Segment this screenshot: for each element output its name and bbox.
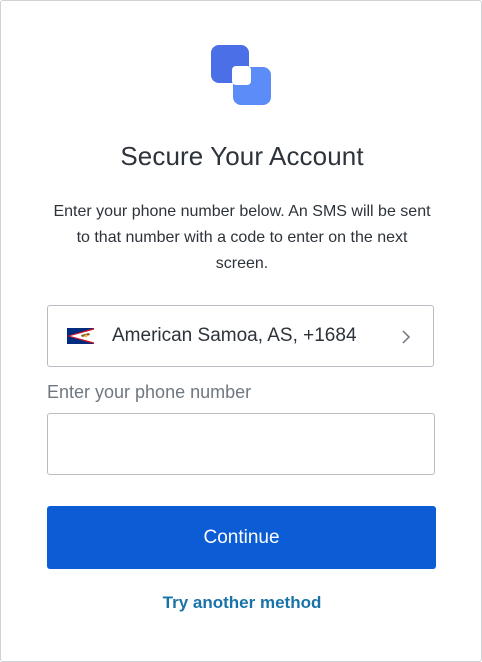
app-logo-icon <box>211 45 271 105</box>
country-selector-label: American Samoa, AS, +1684 <box>112 325 357 346</box>
phone-number-input[interactable] <box>47 413 435 475</box>
continue-button[interactable]: Continue <box>47 506 436 569</box>
try-another-method-link[interactable]: Try another method <box>1 593 482 613</box>
american-samoa-flag-icon <box>67 328 94 344</box>
auth-card: Secure Your Account Enter your phone num… <box>0 0 482 662</box>
page-title: Secure Your Account <box>120 141 364 171</box>
instructions-text: Enter your phone number below. An SMS wi… <box>53 203 431 272</box>
country-selector[interactable]: American Samoa, AS, +1684 <box>47 305 434 367</box>
chevron-right-icon <box>402 330 411 344</box>
phone-number-label: Enter your phone number <box>47 382 252 402</box>
